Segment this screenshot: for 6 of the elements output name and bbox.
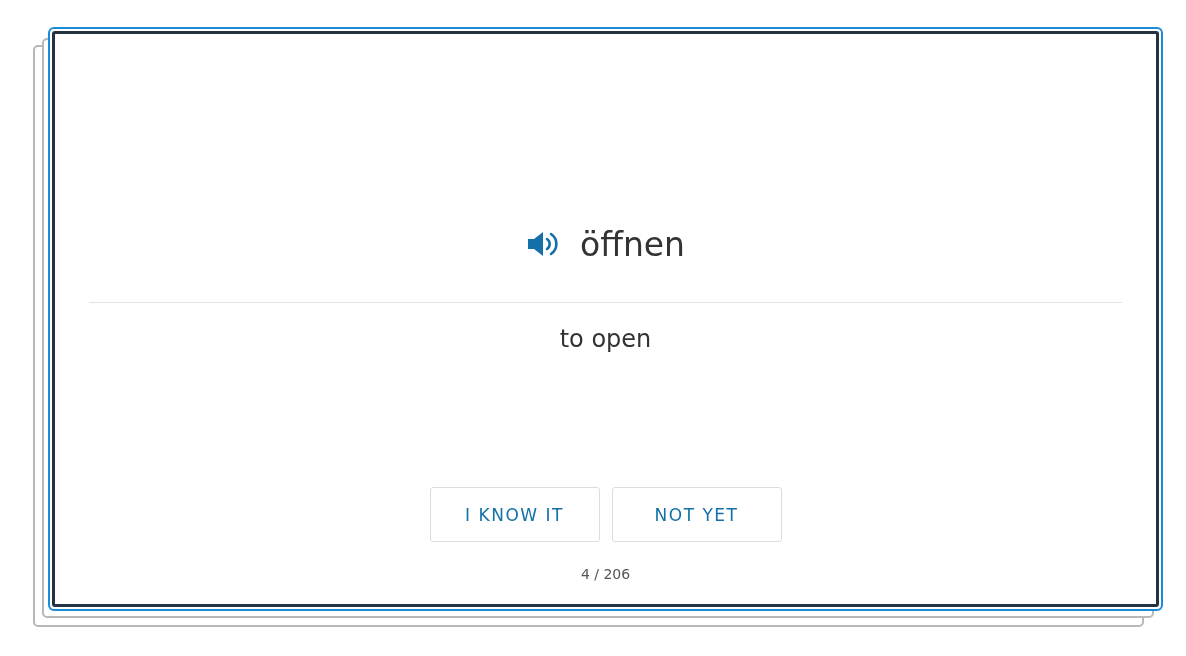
speaker-icon[interactable]: [525, 230, 560, 258]
answer-button[interactable]: I KNOW IT: [429, 487, 600, 542]
definition-text: to open: [559, 324, 652, 355]
answer-button[interactable]: NOT YET: [611, 487, 782, 542]
term-text: öffnen: [579, 224, 686, 264]
progress-counter: 4 / 206: [580, 566, 631, 582]
